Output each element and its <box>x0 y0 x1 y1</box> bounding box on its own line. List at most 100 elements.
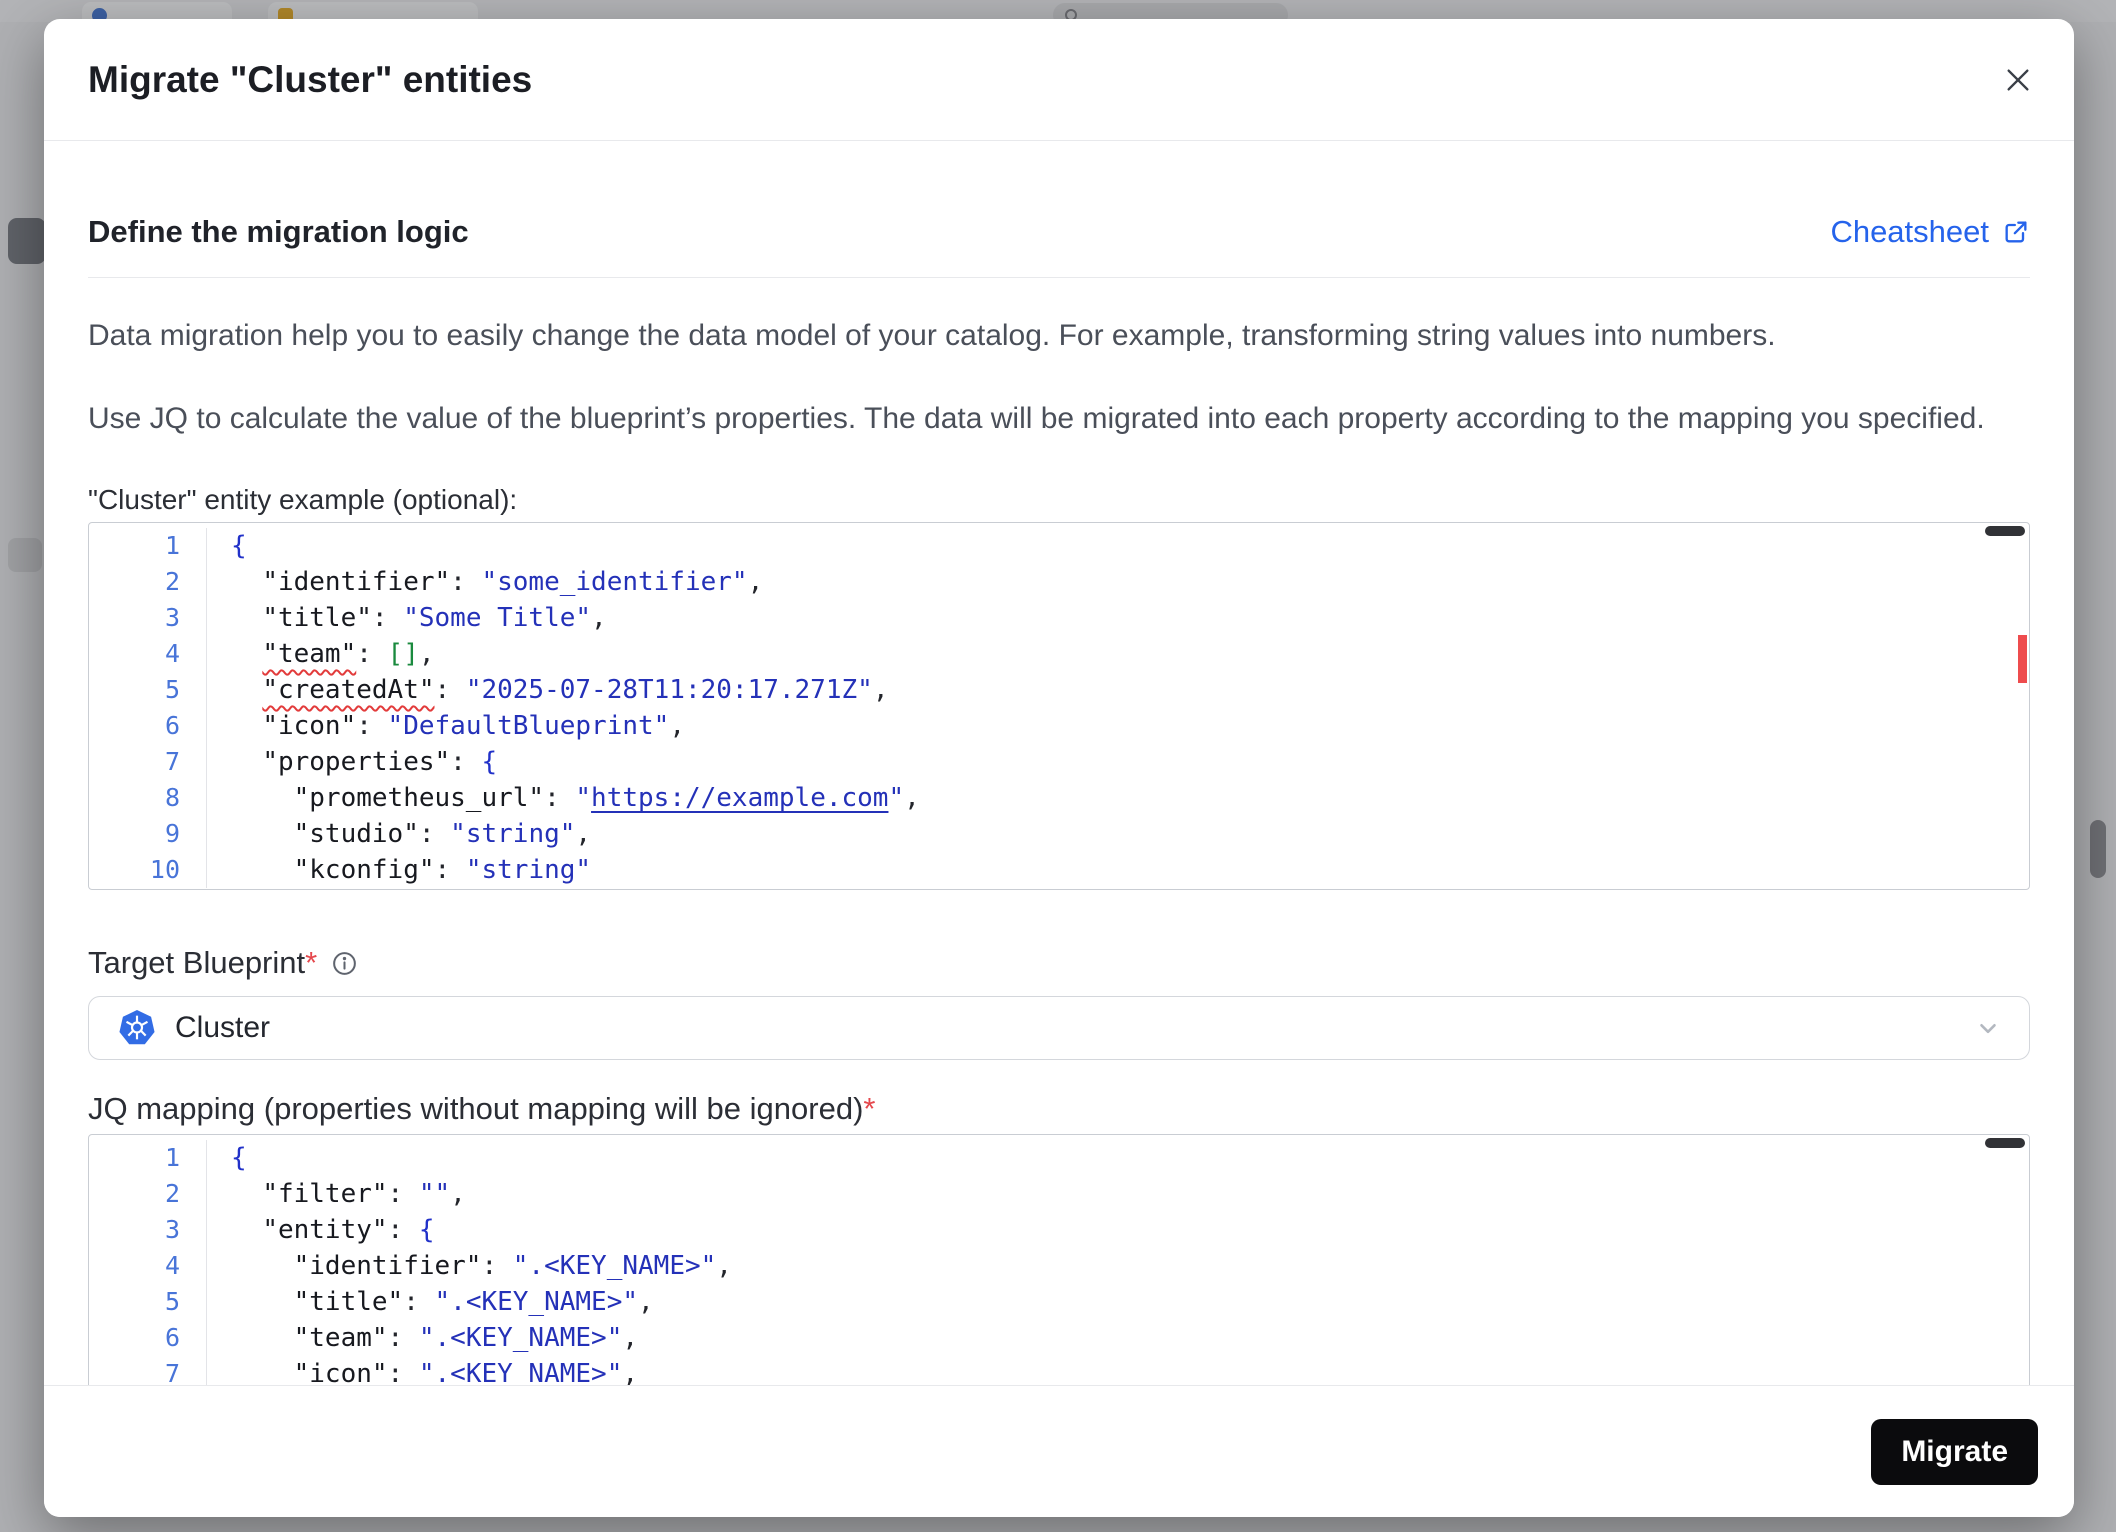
code-token-key: "identifier" <box>262 567 451 597</box>
code-line: "icon": ".<KEY_NAME>", <box>231 1356 732 1385</box>
dialog-header: Migrate "Cluster" entities <box>44 19 2074 141</box>
jq-mapping-label: JQ mapping (properties without mapping w… <box>88 1091 876 1126</box>
code-token-plain: : <box>387 1215 419 1245</box>
code-line: "title": ".<KEY_NAME>", <box>231 1284 732 1320</box>
editor-content: 1 2 3 4 5 6 7 8 9 10 { "identifier": "some_identi… <box>89 523 2029 888</box>
code-line: "entity": { <box>231 1212 732 1248</box>
code-token-plain: , <box>450 1179 466 1209</box>
code-token-str: "DefaultBlueprint" <box>387 711 670 741</box>
code-token-plain: : <box>371 603 404 633</box>
info-icon[interactable] <box>331 950 358 977</box>
code-token-str: " <box>888 783 905 813</box>
gutter: 1 2 3 4 5 6 7 <box>89 1140 207 1385</box>
code-token-plain: , <box>591 603 607 633</box>
code-token-key-err: "createdAt" <box>262 675 435 705</box>
code-token-str: ".<KEY_NAME>" <box>512 1251 717 1281</box>
code-lines: { "identifier": "some_identifier", "titl… <box>207 528 920 888</box>
close-button[interactable] <box>1998 60 2038 100</box>
code-token-key-err: "team" <box>262 639 357 669</box>
code-line: "team": ".<KEY_NAME>", <box>231 1320 732 1356</box>
line-number: 1 <box>164 531 180 560</box>
section-divider <box>88 277 2030 278</box>
code-token-key: "icon" <box>262 711 357 741</box>
code-token-plain: , <box>638 1287 654 1317</box>
code-token-str: "2025-07-28T11:20:17.271Z" <box>465 675 873 705</box>
code-token-str: "string" <box>465 855 592 885</box>
code-token-str: "string" <box>450 819 576 849</box>
code-line: "createdAt": "2025-07-28T11:20:17.271Z", <box>231 672 920 708</box>
target-blueprint-select[interactable]: Cluster <box>88 996 2030 1060</box>
line-number: 7 <box>164 1359 180 1385</box>
dialog-footer: Migrate <box>44 1385 2074 1517</box>
code-token-key: "properties" <box>262 747 451 777</box>
code-lines: { "filter": "", "entity": { "identifier"… <box>207 1140 732 1385</box>
target-blueprint-value: Cluster <box>175 1011 271 1044</box>
code-token-plain: , <box>872 675 889 705</box>
required-asterisk: * <box>863 1091 876 1126</box>
code-token-str: " <box>575 783 592 813</box>
code-line: "team": [], <box>231 636 920 672</box>
cheatsheet-label: Cheatsheet <box>1830 214 1989 249</box>
line-number: 10 <box>149 855 180 884</box>
required-asterisk: * <box>305 945 318 980</box>
gutter: 1 2 3 4 5 6 7 8 9 10 <box>89 528 207 888</box>
code-token-plain: : <box>387 1179 419 1209</box>
code-line: { <box>231 528 920 564</box>
entity-example-editor[interactable]: 1 2 3 4 5 6 7 8 9 10 { "identifier": "some_identi… <box>88 522 2030 890</box>
dialog-title: Migrate "Cluster" entities <box>88 58 533 100</box>
line-number: 6 <box>164 711 180 740</box>
description-line-2: Use JQ to calculate the value of the blu… <box>88 402 1985 435</box>
code-line: "icon": "DefaultBlueprint", <box>231 708 920 744</box>
line-number: 5 <box>164 1287 180 1316</box>
line-number: 6 <box>164 1323 180 1352</box>
line-number: 2 <box>164 1179 180 1208</box>
line-number: 4 <box>164 1251 180 1280</box>
code-token-key: "entity" <box>262 1215 388 1245</box>
line-number: 7 <box>164 747 180 776</box>
code-token-plain: , <box>716 1251 732 1281</box>
code-token-plain: , <box>747 567 764 597</box>
code-token-key: "identifier" <box>293 1251 482 1281</box>
migrate-entities-dialog: Migrate "Cluster" entities Define the mi… <box>44 19 2074 1517</box>
code-token-plain: : <box>450 747 482 777</box>
code-token-key: "prometheus_url" <box>293 783 545 813</box>
code-token-key: "title" <box>262 603 372 633</box>
editor-scrollbar-thumb[interactable] <box>1985 526 2025 536</box>
kubernetes-icon <box>119 1010 155 1045</box>
code-token-plain: : <box>418 819 451 849</box>
line-number: 9 <box>164 819 180 848</box>
jq-mapping-editor[interactable]: 1 2 3 4 5 6 7 { "filter": "", "entity": { "ide… <box>88 1134 2030 1385</box>
cheatsheet-link[interactable]: Cheatsheet <box>1830 214 2030 250</box>
line-number: 1 <box>164 1143 180 1172</box>
code-token-str: "some_identifier" <box>481 567 748 597</box>
line-number: 8 <box>164 783 180 812</box>
close-icon <box>2007 68 2029 91</box>
code-token-plain: : <box>434 675 466 705</box>
code-token-plain: , <box>622 1359 639 1385</box>
editor-scrollbar-thumb[interactable] <box>1985 1138 2025 1148</box>
target-blueprint-label-row: Target Blueprint* <box>88 942 2030 984</box>
line-number: 5 <box>164 675 180 704</box>
code-line: "filter": "", <box>231 1176 732 1212</box>
code-token-plain: : <box>544 783 576 813</box>
code-token-str: ".<KEY_NAME>" <box>434 1287 639 1317</box>
code-token-plain: : <box>356 711 388 741</box>
code-line: "prometheus_url": "https://example.com", <box>231 780 920 816</box>
code-token-key: "filter" <box>262 1179 388 1209</box>
external-link-icon <box>2005 221 2027 243</box>
dialog-body: Define the migration logic Cheatsheet Da… <box>44 141 2074 1385</box>
line-number: 3 <box>164 603 180 632</box>
migrate-button[interactable]: Migrate <box>1871 1418 2038 1485</box>
code-line: "title": "Some Title", <box>231 600 920 636</box>
target-blueprint-label: Target Blueprint* <box>88 945 318 980</box>
